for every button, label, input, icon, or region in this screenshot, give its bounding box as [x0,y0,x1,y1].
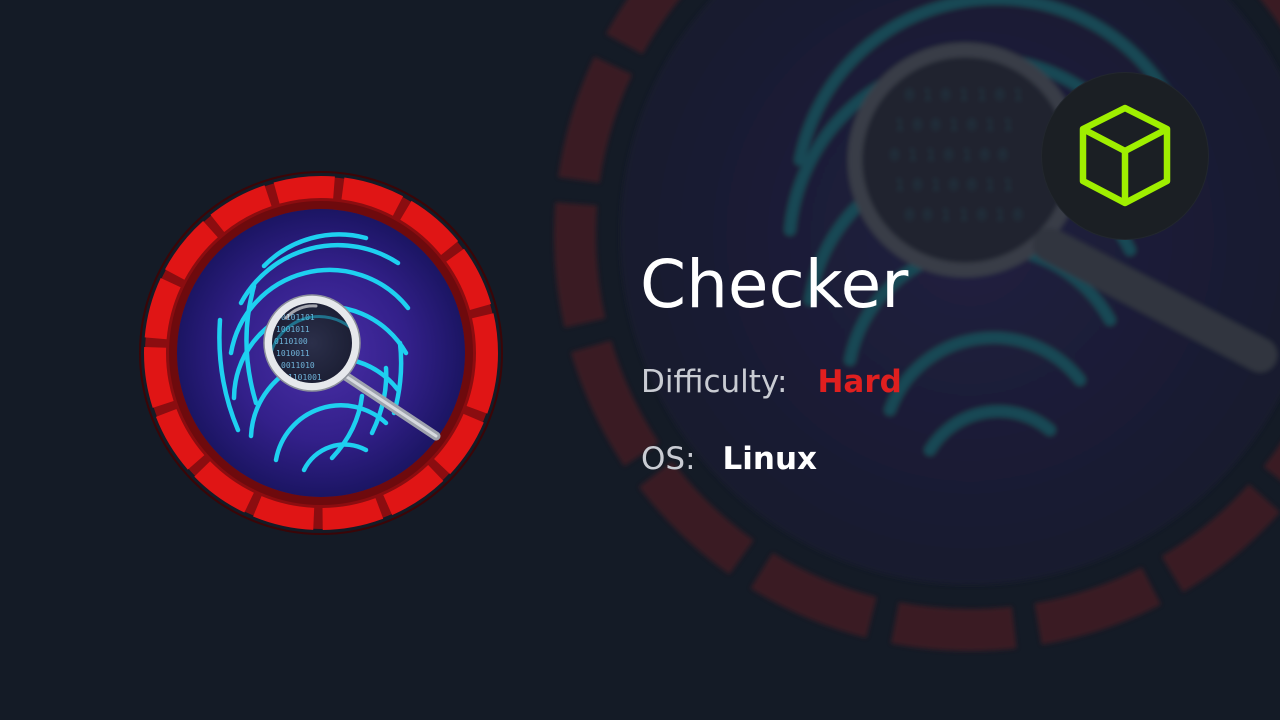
machine-badge: 0101101 1001011 0110100 1010011 0011010 … [139,171,503,535]
difficulty-value: Hard [817,364,902,400]
svg-text:0 1 1 0 1 0 0: 0 1 1 0 1 0 0 [890,146,1007,164]
machine-name: Checker [640,246,909,323]
binary-row: 0011010 [281,361,315,370]
difficulty-label: Difficulty: [641,364,788,400]
svg-text:0 0 1 1 0 1 0: 0 0 1 1 0 1 0 [905,206,1022,224]
difficulty-row: Difficulty: Hard [641,362,902,402]
os-value: Linux [722,441,818,477]
machine-card: 0 1 0 1 1 0 1 1 0 0 1 0 1 1 0 1 1 0 1 0 … [0,0,1280,720]
svg-text:1 0 1 0 0 1 1: 1 0 1 0 0 1 1 [895,176,1012,194]
binary-row: 1010011 [276,349,310,358]
os-label: OS: [641,441,696,477]
svg-text:0 1 0 1 1 0 1: 0 1 0 1 1 0 1 [905,86,1022,104]
os-row: OS: Linux [641,439,817,479]
platform-logo [1042,73,1208,239]
cube-icon [1079,104,1171,207]
svg-text:1 0 0 1 0 1 1: 1 0 0 1 0 1 1 [895,116,1012,134]
